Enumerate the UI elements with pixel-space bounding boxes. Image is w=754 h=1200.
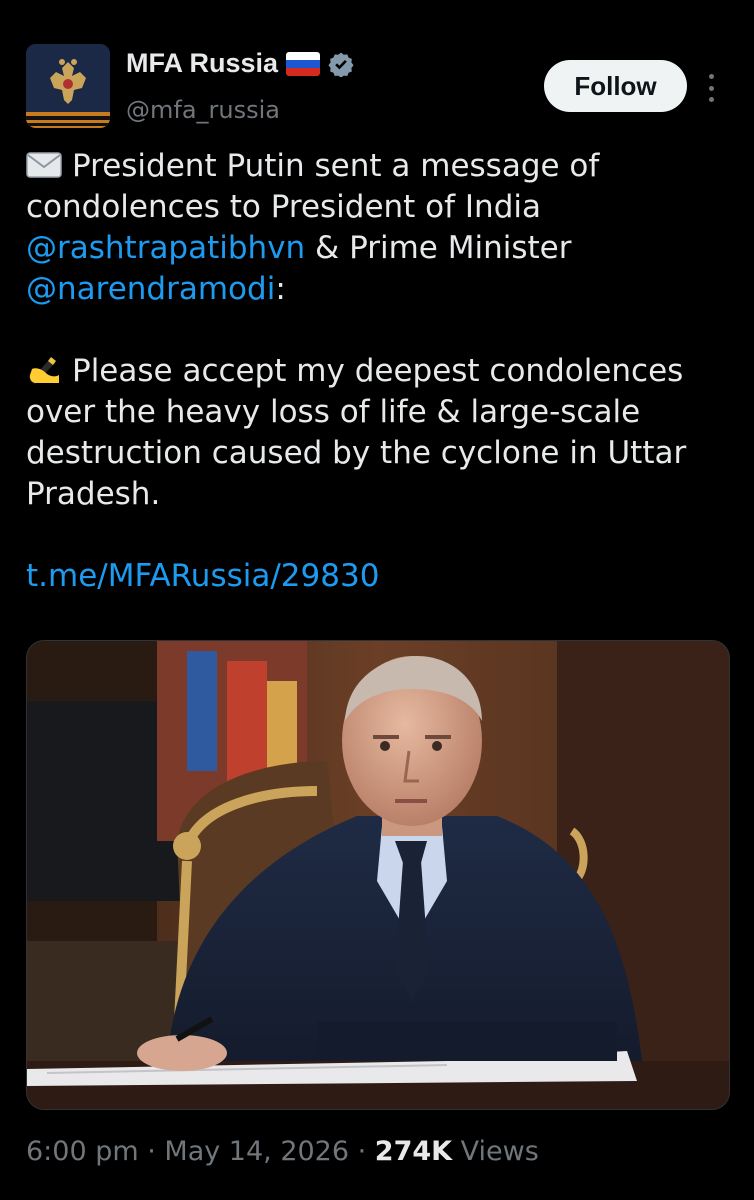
mention-rashtrapatibhvn[interactable]: @rashtrapatibhvn bbox=[26, 230, 305, 266]
display-name[interactable]: MFA Russia bbox=[126, 48, 278, 79]
tweet-text-segment: : bbox=[275, 271, 286, 307]
photo-illustration bbox=[27, 641, 729, 1109]
telegram-link[interactable]: t.me/MFARussia/29830 bbox=[26, 558, 379, 594]
tweet-media-image[interactable] bbox=[26, 640, 730, 1110]
writing-hand-icon bbox=[26, 355, 62, 385]
tweet-paragraph-2: Please accept my deepest condolences ove… bbox=[26, 351, 736, 515]
tweet-text: President Putin sent a message of condol… bbox=[26, 146, 736, 597]
envelope-icon bbox=[26, 150, 62, 180]
tweet-time[interactable]: 6:00 pm bbox=[26, 1136, 139, 1167]
avatar[interactable] bbox=[26, 44, 110, 128]
account-name-row: MFA Russia bbox=[126, 48, 354, 79]
verified-badge-icon bbox=[328, 51, 354, 77]
tweet-meta: 6:00 pm · May 14, 2026 · 274K Views bbox=[26, 1136, 539, 1167]
follow-button[interactable]: Follow bbox=[544, 60, 687, 112]
tweet-text-segment: President Putin sent a message of condol… bbox=[26, 148, 600, 225]
mention-narendramodi[interactable]: @narendramodi bbox=[26, 271, 275, 307]
meta-separator: · bbox=[349, 1136, 375, 1167]
views-label: Views bbox=[452, 1136, 539, 1167]
tweet-date[interactable]: May 14, 2026 bbox=[164, 1136, 349, 1167]
account-handle[interactable]: @mfa_russia bbox=[126, 96, 280, 124]
tweet-text-segment: Please accept my deepest condolences ove… bbox=[26, 353, 687, 512]
tweet-link-paragraph: t.me/MFARussia/29830 bbox=[26, 556, 736, 597]
coat-of-arms-icon bbox=[26, 44, 110, 128]
meta-separator: · bbox=[138, 1136, 165, 1167]
views-count[interactable]: 274K bbox=[375, 1136, 452, 1167]
tweet-text-segment: & Prime Minister bbox=[305, 230, 572, 266]
more-options-icon[interactable] bbox=[704, 74, 718, 102]
russia-flag-icon bbox=[286, 51, 321, 76]
tweet-paragraph-1: President Putin sent a message of condol… bbox=[26, 146, 736, 310]
